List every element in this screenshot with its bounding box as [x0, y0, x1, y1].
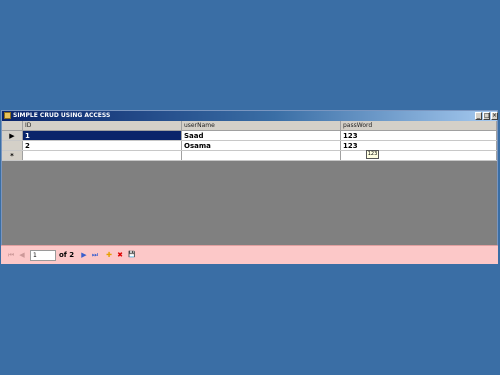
- cell-id[interactable]: 1: [23, 131, 182, 140]
- app-icon: [4, 112, 11, 119]
- cell-id[interactable]: 2: [23, 141, 182, 150]
- row-selector[interactable]: [2, 141, 23, 150]
- move-next-icon[interactable]: ▶: [79, 250, 89, 260]
- count-label: of 2: [59, 251, 75, 259]
- cell-username[interactable]: [182, 151, 341, 160]
- cell-id[interactable]: [23, 151, 182, 160]
- table-row[interactable]: 2 Osama 123: [2, 141, 497, 151]
- row-selector-arrow-icon[interactable]: ▶: [2, 131, 23, 140]
- binding-navigator: ⏮ ◀ of 2 ▶ ⏭ ✚ ✖ 💾: [1, 245, 498, 264]
- add-new-icon[interactable]: ✚: [104, 250, 114, 260]
- cell-password[interactable]: [341, 151, 497, 160]
- save-icon[interactable]: 💾: [127, 250, 137, 260]
- table-row[interactable]: ▶ 1 Saad 123: [2, 131, 497, 141]
- cell-username[interactable]: Saad: [182, 131, 341, 140]
- data-grid: ID userName passWord ▶ 1 Saad 123 2 Osam…: [2, 121, 497, 161]
- move-first-icon[interactable]: ⏮: [6, 250, 16, 260]
- cell-tooltip: 123: [366, 150, 379, 159]
- title-bar[interactable]: SIMPLE CRUD USING ACCESS _ □ ×: [2, 111, 498, 121]
- app-window: SIMPLE CRUD USING ACCESS _ □ × ID userNa…: [1, 110, 498, 264]
- maximize-button[interactable]: □: [483, 112, 490, 120]
- delete-icon[interactable]: ✖: [115, 250, 125, 260]
- move-last-icon[interactable]: ⏭: [90, 250, 100, 260]
- move-previous-icon[interactable]: ◀: [17, 250, 27, 260]
- cell-username[interactable]: Osama: [182, 141, 341, 150]
- cell-password[interactable]: 123: [341, 131, 497, 140]
- corner-header[interactable]: [2, 121, 23, 130]
- column-header-username[interactable]: userName: [182, 121, 341, 130]
- minimize-button[interactable]: _: [475, 112, 482, 120]
- position-input[interactable]: [30, 250, 56, 261]
- column-header-id[interactable]: ID: [23, 121, 182, 130]
- window-title: SIMPLE CRUD USING ACCESS: [13, 112, 111, 119]
- new-row-asterisk-icon[interactable]: *: [2, 151, 23, 160]
- cell-password[interactable]: 123: [341, 141, 497, 150]
- close-button[interactable]: ×: [491, 112, 498, 120]
- column-header-password[interactable]: passWord: [341, 121, 497, 130]
- grid-header-row: ID userName passWord: [2, 121, 497, 131]
- new-row[interactable]: *: [2, 151, 497, 161]
